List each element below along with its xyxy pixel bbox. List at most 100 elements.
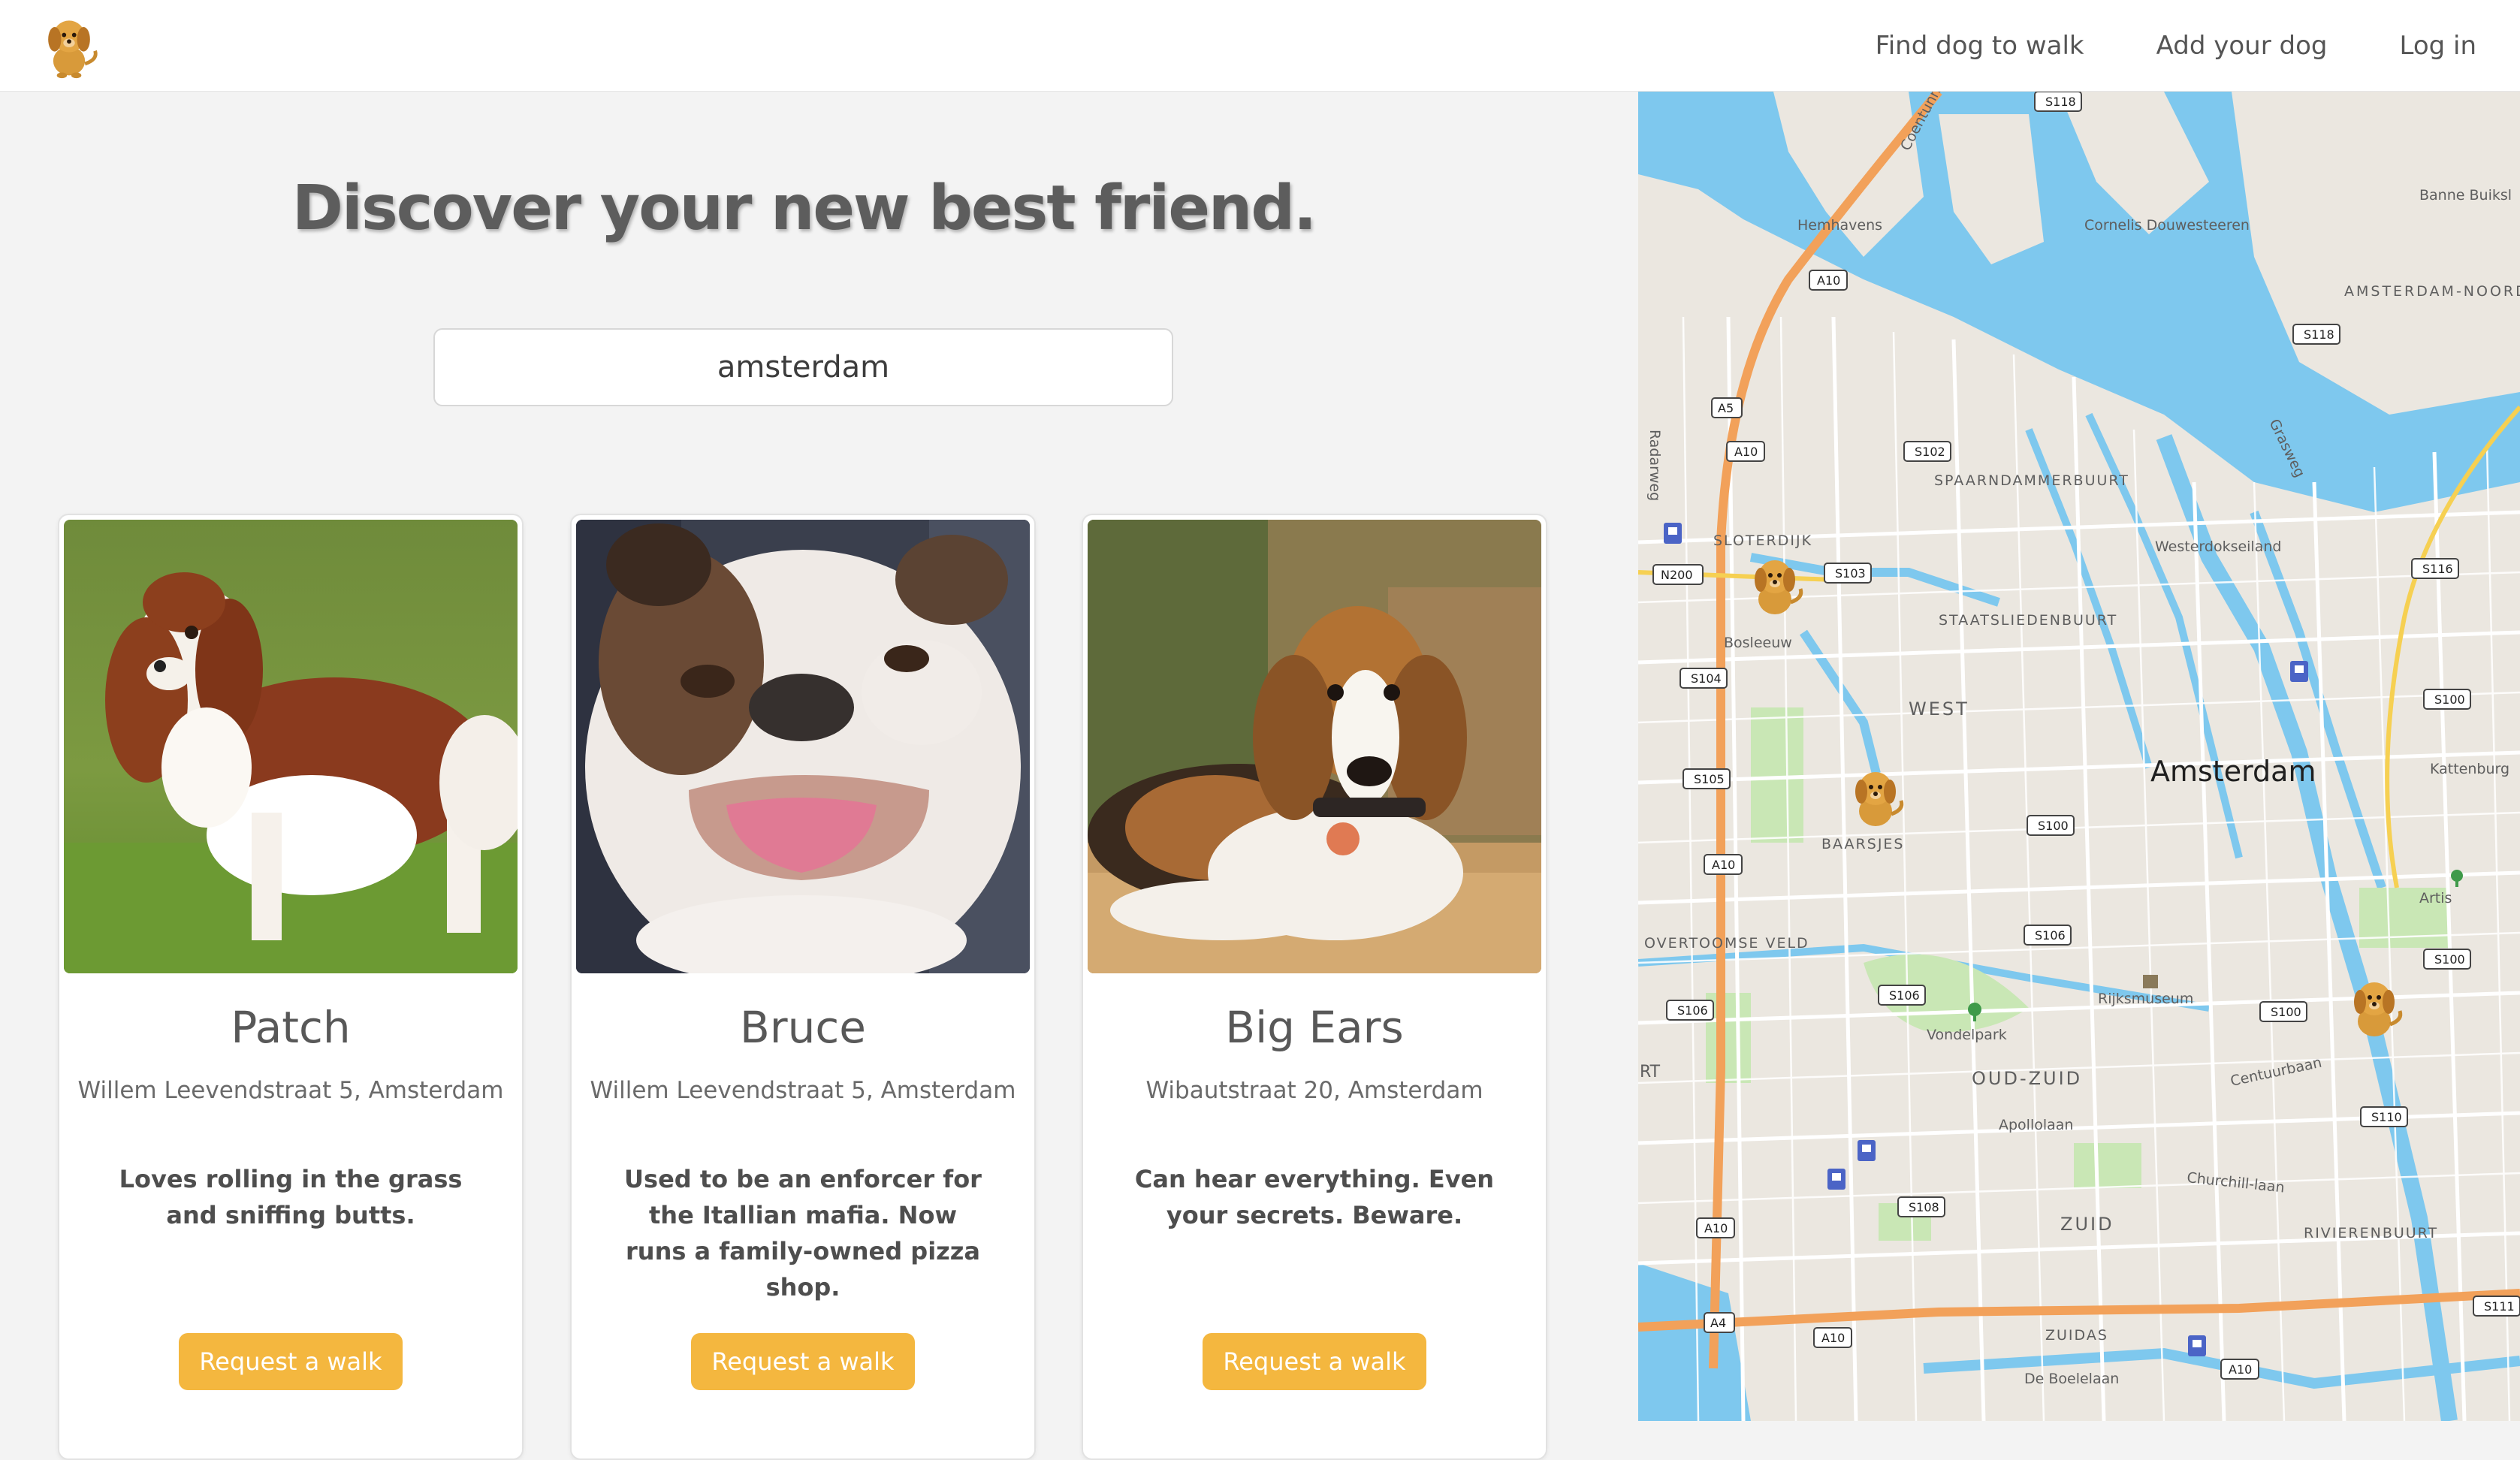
svg-text:S108: S108 bbox=[1909, 1200, 1939, 1214]
dog-address: Willem Leevendstraat 5, Amsterdam bbox=[590, 1077, 1016, 1104]
road-badge: A10 bbox=[1696, 1217, 1735, 1238]
map-canvas[interactable]: Hemhavens Cornelis Douwesteeren Banne Bu… bbox=[1638, 92, 2520, 1421]
nav-add-dog-link[interactable]: Add your dog bbox=[2156, 31, 2328, 61]
map-label: Cornelis Douwesteeren bbox=[2084, 217, 2250, 234]
map-label: Hemhavens bbox=[1797, 217, 1882, 234]
dog-name: Big Ears bbox=[1225, 1002, 1404, 1053]
map-label: RIVIERENBUURT bbox=[2304, 1225, 2438, 1241]
map-label: SLOTERDIJK bbox=[1713, 532, 1812, 549]
road-badge: S106 bbox=[1878, 985, 1926, 1006]
road-badge: S108 bbox=[1897, 1196, 1945, 1217]
map-label: De Boelelaan bbox=[2024, 1371, 2119, 1387]
svg-text:A4: A4 bbox=[1710, 1316, 1726, 1330]
road-badge: S106 bbox=[1666, 1000, 1714, 1021]
nav-login-link[interactable]: Log in bbox=[2399, 31, 2476, 61]
svg-text:A10: A10 bbox=[1704, 1221, 1728, 1235]
request-walk-button[interactable]: Request a walk bbox=[179, 1333, 403, 1390]
svg-text:S100: S100 bbox=[2434, 952, 2465, 967]
map-label: Artis bbox=[2419, 890, 2452, 906]
dog-card-bruce: Bruce Willem Leevendstraat 5, Amsterdam … bbox=[570, 514, 1036, 1460]
nav-links: Find dog to walk Add your dog Log in bbox=[1876, 0, 2476, 92]
bulldog-photo bbox=[576, 520, 1030, 973]
map-label: Vondelpark bbox=[1927, 1027, 2007, 1043]
map-label: ZUIDAS bbox=[2045, 1327, 2108, 1344]
road-badge: N200 bbox=[1652, 564, 1704, 585]
road-badge: S110 bbox=[2360, 1106, 2408, 1127]
nav-find-dog-link[interactable]: Find dog to walk bbox=[1876, 31, 2084, 61]
road-badge: S116 bbox=[2411, 558, 2459, 579]
road-badge: S118 bbox=[2292, 324, 2340, 345]
transit-icon bbox=[1664, 523, 1682, 544]
dog-name: Bruce bbox=[740, 1002, 866, 1053]
svg-text:S100: S100 bbox=[2271, 1005, 2301, 1019]
road-badge: A10 bbox=[1726, 441, 1765, 462]
svg-text:S110: S110 bbox=[2371, 1110, 2402, 1124]
map-label: OVERTOOMSE VELD bbox=[1644, 935, 1809, 952]
svg-text:A10: A10 bbox=[2229, 1362, 2252, 1377]
map-label: ZUID bbox=[2060, 1214, 2114, 1235]
dog-bio: Can hear everything. Even your secrets. … bbox=[1134, 1165, 1495, 1229]
transit-icon bbox=[1858, 1140, 1876, 1161]
road-badge: S100 bbox=[2259, 1001, 2307, 1022]
svg-text:A10: A10 bbox=[1817, 273, 1840, 288]
road-badge: S103 bbox=[1824, 563, 1872, 584]
svg-text:S105: S105 bbox=[1694, 772, 1725, 786]
svg-text:S118: S118 bbox=[2045, 95, 2076, 109]
svg-text:S100: S100 bbox=[2038, 819, 2069, 833]
road-badge: A4 bbox=[1704, 1312, 1735, 1333]
top-navbar: Find dog to walk Add your dog Log in bbox=[0, 0, 2520, 92]
road-badge: S118 bbox=[2034, 92, 2082, 112]
map-label: RT bbox=[1640, 1063, 1661, 1081]
map-city-label: Amsterdam bbox=[2150, 755, 2316, 788]
dog-address: Willem Leevendstraat 5, Amsterdam bbox=[77, 1077, 504, 1104]
road-badge: S100 bbox=[2027, 815, 2075, 836]
svg-text:N200: N200 bbox=[1661, 568, 1693, 582]
map-label: STAATSLIEDENBUURT bbox=[1939, 612, 2117, 629]
svg-text:S100: S100 bbox=[2434, 692, 2465, 707]
dog-bio: Used to be an enforcer for the Itallian … bbox=[624, 1165, 982, 1302]
dog-name: Patch bbox=[231, 1002, 351, 1053]
dog-card-big-ears: Big Ears Wibautstraat 20, Amsterdam Can … bbox=[1082, 514, 1547, 1460]
road-badge: S100 bbox=[2423, 949, 2471, 970]
map-label: WEST bbox=[1909, 698, 1969, 719]
svg-text:A5: A5 bbox=[1718, 401, 1734, 415]
beagle-photo bbox=[1088, 520, 1541, 973]
map-label: Banne Buiksl bbox=[2419, 187, 2512, 204]
road-badge: S102 bbox=[1903, 441, 1951, 462]
svg-text:S111: S111 bbox=[2484, 1299, 2515, 1314]
dog-location-map[interactable]: Hemhavens Cornelis Douwesteeren Banne Bu… bbox=[1638, 92, 2520, 1421]
map-label: Bosleeuw bbox=[1724, 635, 1792, 651]
road-badge: A10 bbox=[1704, 854, 1743, 875]
transit-icon bbox=[1827, 1169, 1845, 1190]
request-walk-button[interactable]: Request a walk bbox=[691, 1333, 915, 1390]
road-badge: A10 bbox=[1813, 1327, 1852, 1348]
dog-bio: Loves rolling in the grass and sniffing … bbox=[119, 1165, 463, 1229]
map-label: AMSTERDAM-NOORD bbox=[2344, 283, 2520, 300]
transit-icon bbox=[2188, 1335, 2206, 1356]
svg-text:S106: S106 bbox=[1889, 988, 1920, 1003]
road-badge: S111 bbox=[2473, 1296, 2520, 1317]
cavalier-dog-photo bbox=[64, 520, 518, 973]
map-label: Westerdokseiland bbox=[2155, 538, 2281, 555]
svg-text:S116: S116 bbox=[2422, 562, 2453, 576]
location-search-input[interactable] bbox=[433, 328, 1173, 406]
transit-icon bbox=[2290, 661, 2308, 682]
dog-card-patch: Patch Willem Leevendstraat 5, Amsterdam … bbox=[58, 514, 524, 1460]
map-label: SPAARNDAMMERBUURT bbox=[1934, 472, 2129, 489]
svg-text:A10: A10 bbox=[1712, 858, 1735, 872]
request-walk-button[interactable]: Request a walk bbox=[1203, 1333, 1426, 1390]
svg-text:A10: A10 bbox=[1821, 1331, 1845, 1345]
svg-text:S102: S102 bbox=[1915, 445, 1945, 459]
road-badge: S104 bbox=[1679, 668, 1728, 689]
road-badge: A10 bbox=[2220, 1359, 2259, 1380]
dog-logo-icon[interactable] bbox=[33, 9, 105, 81]
svg-text:A10: A10 bbox=[1734, 445, 1758, 459]
svg-text:S106: S106 bbox=[2035, 928, 2066, 943]
map-label: BAARSJES bbox=[1821, 836, 1905, 852]
svg-text:S106: S106 bbox=[1677, 1003, 1708, 1018]
road-badge: S106 bbox=[2024, 925, 2072, 946]
road-badge: S100 bbox=[2423, 689, 2471, 710]
map-label: Apollolaan bbox=[1999, 1117, 2073, 1133]
svg-text:S103: S103 bbox=[1835, 566, 1866, 581]
page-title: Discover your new best friend. bbox=[291, 173, 1317, 244]
